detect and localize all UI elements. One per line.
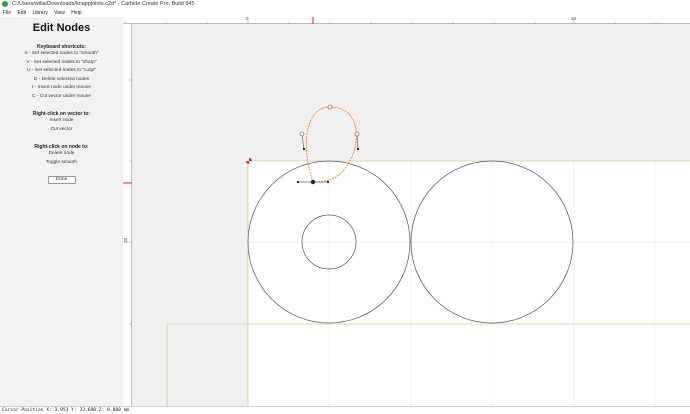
title-bar: C:/Users/willa/Downloads/knappjoints.c2d… bbox=[0, 0, 690, 9]
selected-node[interactable] bbox=[310, 179, 316, 185]
stock-area bbox=[248, 161, 690, 406]
vector-action-line: Insert node bbox=[49, 118, 74, 123]
window-title: C:/Users/willa/Downloads/knappjoints.c2d… bbox=[12, 1, 195, 7]
node-action-line: Delete node bbox=[48, 151, 75, 156]
vector-action-line: Cut vector bbox=[50, 126, 73, 132]
done-button[interactable]: Done bbox=[47, 176, 76, 184]
shortcut-line: U - Set selected nodes to "cusp" bbox=[27, 68, 96, 73]
shortcut-line: V - Set selected nodes to "sharp" bbox=[26, 59, 97, 65]
menu-view[interactable]: View bbox=[54, 10, 65, 16]
horizontal-ruler[interactable]: 0 10 bbox=[123, 16, 690, 24]
menu-file[interactable]: File bbox=[3, 10, 11, 16]
origin-marker bbox=[246, 158, 252, 164]
menu-edit[interactable]: Edit bbox=[17, 10, 26, 16]
carbide-create-icon bbox=[2, 1, 8, 7]
design-drawing[interactable] bbox=[132, 24, 690, 406]
edit-nodes-panel: Edit Nodes Keyboard shortcuts: S - Set s… bbox=[0, 17, 123, 406]
shortcut-line: D - Delete selected nodes bbox=[33, 76, 90, 82]
shortcut-line: C - Cut vector under mouse bbox=[32, 93, 91, 99]
vertical-ruler[interactable]: 20 bbox=[123, 24, 132, 406]
menu-library[interactable]: Library bbox=[32, 10, 47, 16]
menu-bar: File Edit Library View Help bbox=[0, 9, 690, 17]
path-nodes[interactable] bbox=[299, 104, 360, 137]
node-action-line: Toggle smooth bbox=[45, 159, 78, 165]
shortcut-line: I - Insert node under mouse bbox=[32, 85, 91, 90]
panel-title: Edit Nodes bbox=[32, 22, 91, 34]
ruler-h-label-0: 0 bbox=[246, 16, 249, 21]
app-window: C:/Users/willa/Downloads/knappjoints.c2d… bbox=[0, 0, 690, 414]
menu-help[interactable]: Help bbox=[71, 10, 81, 16]
ruler-v-label-20: 20 bbox=[123, 237, 129, 244]
design-canvas[interactable] bbox=[132, 24, 690, 406]
status-bar: Cursor Position X: 3.953 Y: 23.690 Z: 0.… bbox=[0, 406, 690, 414]
ruler-h-label-10: 10 bbox=[571, 16, 577, 21]
shortcut-line: S - Set selected nodes to "smooth" bbox=[24, 51, 99, 56]
cursor-position: Cursor Position X: 3.953 Y: 23.690 Z: 0.… bbox=[2, 408, 130, 413]
